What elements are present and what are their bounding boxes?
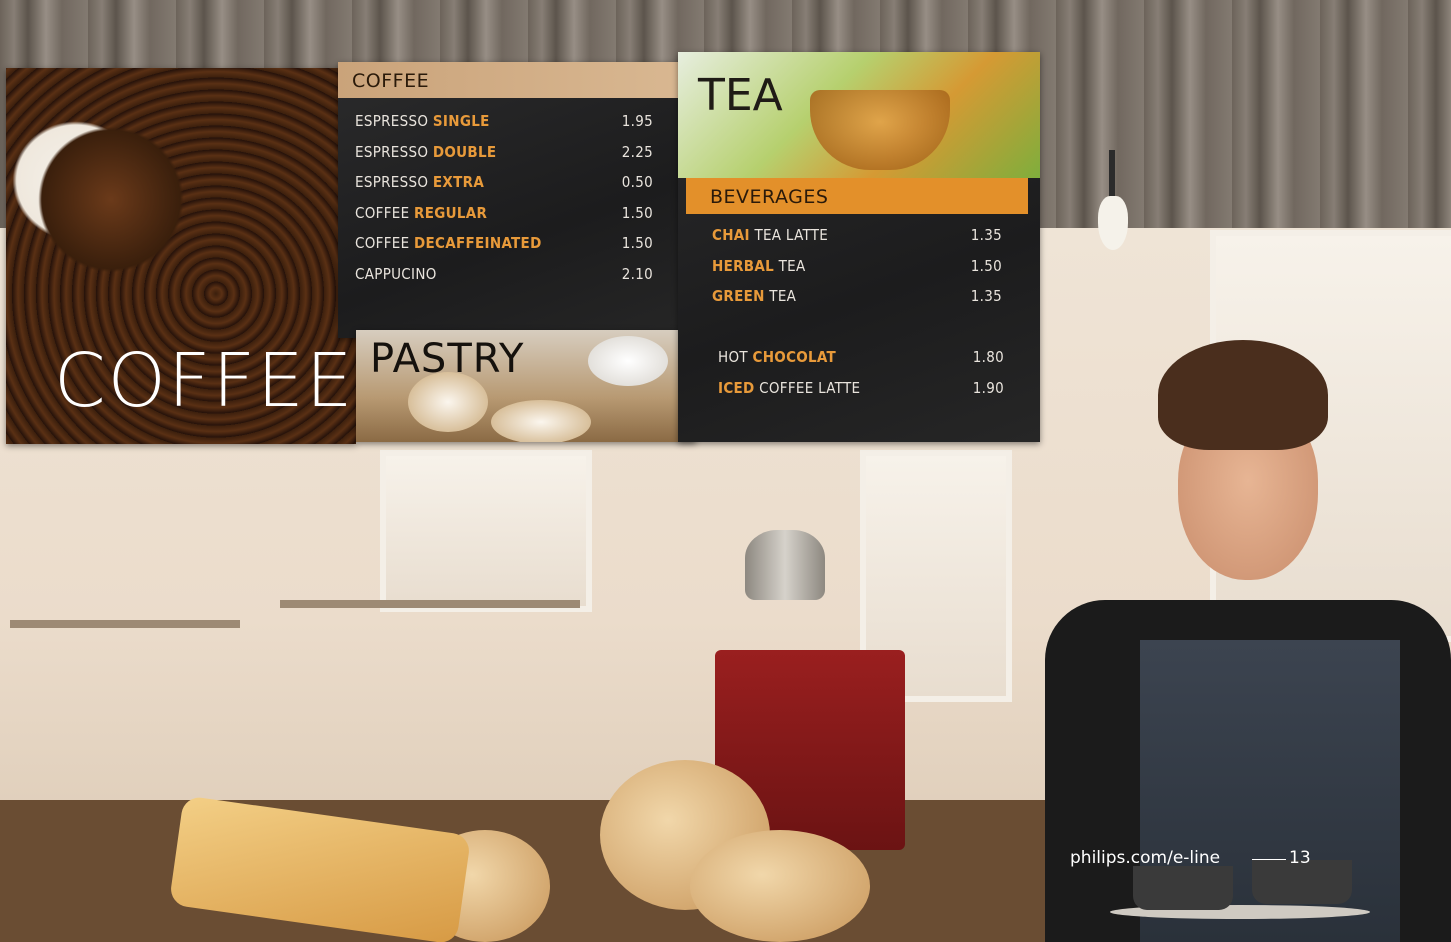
tea-panel-title: TEA	[698, 70, 783, 121]
footer-divider	[1252, 859, 1286, 860]
coffee-photo-panel: COFFEE	[6, 68, 356, 444]
menu-item-price: 1.95	[621, 112, 653, 130]
menu-item-highlight: DECAFFEINATED	[414, 234, 542, 252]
beverages-heading: BEVERAGES	[710, 186, 829, 208]
kettle	[745, 530, 825, 600]
pastry-item	[588, 336, 668, 386]
menu-item: COFFEE DECAFFEINATED 1.50	[355, 234, 653, 265]
menu-item-text: ESPRESSO	[355, 142, 433, 161]
menu-item-highlight: HERBAL	[712, 256, 775, 275]
menu-item: HOT CHOCOLAT 1.80	[718, 348, 1004, 379]
menu-item-highlight: CHAI	[712, 226, 750, 244]
menu-item-price: 2.10	[621, 264, 653, 283]
menu-item-price: 1.50	[621, 234, 653, 252]
menu-item-highlight: REGULAR	[414, 203, 488, 222]
menu-item: ESPRESSO SINGLE 1.95	[355, 112, 653, 143]
coffee-menu-panel: COFFEE ESPRESSO SINGLE 1.95 ESPRESSO DOUBL…	[338, 62, 693, 338]
menu-item: ICED COFFEE LATTE 1.90	[718, 379, 1004, 410]
menu-item: HERBAL TEA 1.50	[712, 257, 1002, 288]
menu-item-highlight: CHOCOLAT	[752, 348, 837, 366]
menu-item: COFFEE REGULAR 1.50	[355, 204, 653, 235]
menu-item-highlight: GREEN	[712, 287, 765, 305]
coffee-panel-title: COFFEE	[54, 338, 355, 424]
window	[380, 450, 592, 612]
beverages-menu-list-2: HOT CHOCOLAT 1.80 ICED COFFEE LATTE 1.90	[718, 348, 1004, 409]
footer-url: philips.com/e-line	[1070, 848, 1221, 868]
shelf	[280, 600, 580, 608]
tea-beverages-panel: TEA BEVERAGES CHAI TEA LATTE 1.35 HERBAL T…	[678, 52, 1040, 442]
menu-item-text: COFFEE	[355, 203, 415, 222]
menu-item: CHAI TEA LATTE 1.35	[712, 226, 1002, 257]
barista-hair	[1158, 340, 1328, 450]
coffee-menu-heading: COFFEE	[352, 70, 430, 92]
bread-loaf	[690, 830, 870, 942]
menu-item-price: 2.25	[621, 142, 653, 161]
pastry-photo-panel: PASTRY	[356, 330, 696, 442]
menu-item-highlight: SINGLE	[432, 112, 490, 130]
menu-item: GREEN TEA 1.35	[712, 287, 1002, 318]
menu-item-text: ESPRESSO	[355, 173, 433, 191]
shelf	[10, 620, 240, 628]
pastry-item	[491, 400, 591, 442]
tea-cup	[810, 90, 950, 170]
coffee-cup	[1133, 866, 1233, 910]
menu-item-text: CAPPUCINO	[355, 264, 437, 283]
menu-item: CAPPUCINO 2.10	[355, 265, 653, 296]
menu-item-price: 1.35	[970, 226, 1002, 244]
menu-item-price: 1.90	[972, 378, 1004, 397]
cafe-scene: COFFEE COFFEE ESPRESSO SINGLE 1.95 ESPRESS…	[0, 0, 1451, 942]
menu-item-text: TEA	[774, 256, 806, 275]
menu-item: ESPRESSO EXTRA 0.50	[355, 173, 653, 204]
menu-item-price: 1.50	[621, 203, 653, 222]
menu-item-text: HOT	[718, 348, 753, 366]
menu-item-price: 1.80	[972, 348, 1004, 366]
menu-item-highlight: ICED	[718, 378, 755, 397]
menu-item-text: COFFEE	[355, 234, 415, 252]
beverages-menu-list: CHAI TEA LATTE 1.35 HERBAL TEA 1.50 GREEN TE…	[712, 226, 1002, 318]
menu-item-highlight: DOUBLE	[432, 142, 497, 161]
coffee-menu-list: ESPRESSO SINGLE 1.95 ESPRESSO DOUBLE 2.25 ES…	[355, 112, 653, 295]
hanging-lamp	[1109, 150, 1115, 200]
light-bulb	[1098, 196, 1128, 250]
menu-item-text: TEA LATTE	[749, 226, 829, 244]
menu-item: ESPRESSO DOUBLE 2.25	[355, 143, 653, 174]
menu-item-price: 0.50	[621, 173, 653, 191]
menu-item-text: COFFEE LATTE	[754, 378, 861, 397]
menu-item-price: 1.50	[970, 256, 1002, 275]
page-number: 13	[1289, 848, 1311, 868]
pastry-panel-title: PASTRY	[370, 336, 525, 382]
menu-item-text: ESPRESSO	[355, 112, 433, 130]
menu-item-text: TEA	[764, 287, 797, 305]
menu-item-price: 1.35	[970, 287, 1002, 305]
menu-item-highlight: EXTRA	[432, 173, 485, 191]
